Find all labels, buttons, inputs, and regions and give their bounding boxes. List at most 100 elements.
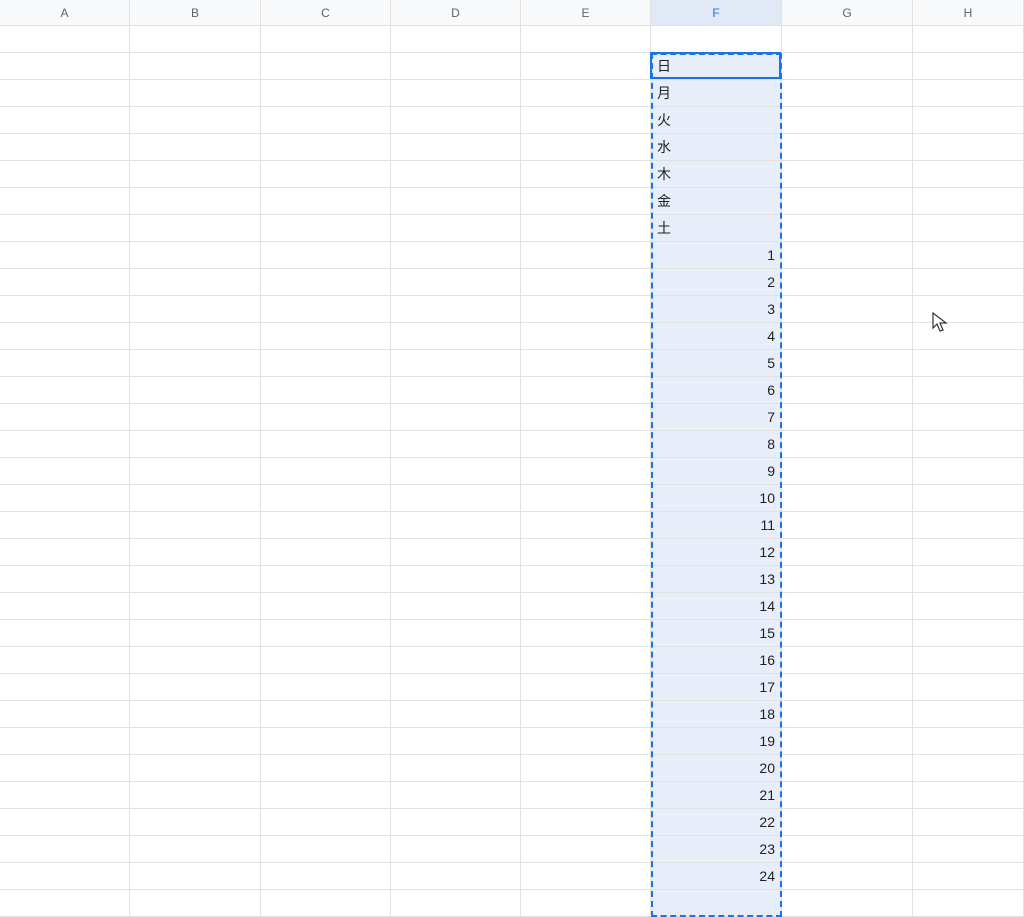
cell-D20[interactable] bbox=[391, 539, 521, 566]
cell-C25[interactable] bbox=[261, 674, 391, 701]
cell-A1[interactable] bbox=[0, 26, 130, 53]
cell-A28[interactable] bbox=[0, 755, 130, 782]
cell-A32[interactable] bbox=[0, 863, 130, 890]
cell-F31[interactable]: 23 bbox=[651, 836, 782, 863]
cell-C7[interactable] bbox=[261, 188, 391, 215]
cell-A31[interactable] bbox=[0, 836, 130, 863]
cell-H25[interactable] bbox=[913, 674, 1024, 701]
cell-D26[interactable] bbox=[391, 701, 521, 728]
cell-A10[interactable] bbox=[0, 269, 130, 296]
cell-G8[interactable] bbox=[782, 215, 913, 242]
cell-C10[interactable] bbox=[261, 269, 391, 296]
cell-D32[interactable] bbox=[391, 863, 521, 890]
cell-H3[interactable] bbox=[913, 80, 1024, 107]
column-header-f[interactable]: F bbox=[651, 0, 782, 26]
cell-G12[interactable] bbox=[782, 323, 913, 350]
cell-A22[interactable] bbox=[0, 593, 130, 620]
cell-F15[interactable]: 7 bbox=[651, 404, 782, 431]
cell-B16[interactable] bbox=[130, 431, 261, 458]
cell-G5[interactable] bbox=[782, 134, 913, 161]
cell-B32[interactable] bbox=[130, 863, 261, 890]
cell-F12[interactable]: 4 bbox=[651, 323, 782, 350]
cell-F29[interactable]: 21 bbox=[651, 782, 782, 809]
cell-H11[interactable] bbox=[913, 296, 1024, 323]
cell-F7[interactable]: 金 bbox=[651, 188, 782, 215]
cell-G29[interactable] bbox=[782, 782, 913, 809]
cell-B13[interactable] bbox=[130, 350, 261, 377]
cell-B4[interactable] bbox=[130, 107, 261, 134]
cell-A20[interactable] bbox=[0, 539, 130, 566]
cell-G20[interactable] bbox=[782, 539, 913, 566]
cell-G17[interactable] bbox=[782, 458, 913, 485]
cell-H22[interactable] bbox=[913, 593, 1024, 620]
cell-F9[interactable]: 1 bbox=[651, 242, 782, 269]
cell-A33[interactable] bbox=[0, 890, 130, 917]
cell-H23[interactable] bbox=[913, 620, 1024, 647]
cell-C26[interactable] bbox=[261, 701, 391, 728]
cell-D7[interactable] bbox=[391, 188, 521, 215]
cell-E4[interactable] bbox=[521, 107, 651, 134]
cell-C32[interactable] bbox=[261, 863, 391, 890]
cell-F18[interactable]: 10 bbox=[651, 485, 782, 512]
cell-F19[interactable]: 11 bbox=[651, 512, 782, 539]
cell-E7[interactable] bbox=[521, 188, 651, 215]
cell-D10[interactable] bbox=[391, 269, 521, 296]
cell-G9[interactable] bbox=[782, 242, 913, 269]
cell-E31[interactable] bbox=[521, 836, 651, 863]
cell-C5[interactable] bbox=[261, 134, 391, 161]
cell-C21[interactable] bbox=[261, 566, 391, 593]
cell-D25[interactable] bbox=[391, 674, 521, 701]
cell-H26[interactable] bbox=[913, 701, 1024, 728]
cell-H31[interactable] bbox=[913, 836, 1024, 863]
cell-G13[interactable] bbox=[782, 350, 913, 377]
cell-G25[interactable] bbox=[782, 674, 913, 701]
cell-A11[interactable] bbox=[0, 296, 130, 323]
cell-E12[interactable] bbox=[521, 323, 651, 350]
cell-H7[interactable] bbox=[913, 188, 1024, 215]
cell-C13[interactable] bbox=[261, 350, 391, 377]
cell-G26[interactable] bbox=[782, 701, 913, 728]
column-header-h[interactable]: H bbox=[913, 0, 1024, 26]
cell-H13[interactable] bbox=[913, 350, 1024, 377]
cell-G33[interactable] bbox=[782, 890, 913, 917]
cell-H9[interactable] bbox=[913, 242, 1024, 269]
cell-D23[interactable] bbox=[391, 620, 521, 647]
cell-H14[interactable] bbox=[913, 377, 1024, 404]
cell-F27[interactable]: 19 bbox=[651, 728, 782, 755]
cell-H15[interactable] bbox=[913, 404, 1024, 431]
cell-H4[interactable] bbox=[913, 107, 1024, 134]
cell-D22[interactable] bbox=[391, 593, 521, 620]
cell-E5[interactable] bbox=[521, 134, 651, 161]
cell-B33[interactable] bbox=[130, 890, 261, 917]
cell-E21[interactable] bbox=[521, 566, 651, 593]
cell-E23[interactable] bbox=[521, 620, 651, 647]
cell-G22[interactable] bbox=[782, 593, 913, 620]
cell-D1[interactable] bbox=[391, 26, 521, 53]
cell-H33[interactable] bbox=[913, 890, 1024, 917]
cell-B11[interactable] bbox=[130, 296, 261, 323]
cell-C18[interactable] bbox=[261, 485, 391, 512]
cell-C22[interactable] bbox=[261, 593, 391, 620]
cell-D17[interactable] bbox=[391, 458, 521, 485]
cell-E2[interactable] bbox=[521, 53, 651, 80]
cell-D8[interactable] bbox=[391, 215, 521, 242]
cell-H29[interactable] bbox=[913, 782, 1024, 809]
cell-A26[interactable] bbox=[0, 701, 130, 728]
cell-G2[interactable] bbox=[782, 53, 913, 80]
cell-E8[interactable] bbox=[521, 215, 651, 242]
column-header-g[interactable]: G bbox=[782, 0, 913, 26]
cell-F21[interactable]: 13 bbox=[651, 566, 782, 593]
cell-B29[interactable] bbox=[130, 782, 261, 809]
cell-H19[interactable] bbox=[913, 512, 1024, 539]
cell-A25[interactable] bbox=[0, 674, 130, 701]
cell-E15[interactable] bbox=[521, 404, 651, 431]
cell-H12[interactable] bbox=[913, 323, 1024, 350]
cell-E27[interactable] bbox=[521, 728, 651, 755]
cell-C1[interactable] bbox=[261, 26, 391, 53]
cell-C33[interactable] bbox=[261, 890, 391, 917]
cell-D30[interactable] bbox=[391, 809, 521, 836]
cell-A17[interactable] bbox=[0, 458, 130, 485]
cell-A19[interactable] bbox=[0, 512, 130, 539]
cell-E13[interactable] bbox=[521, 350, 651, 377]
cell-H32[interactable] bbox=[913, 863, 1024, 890]
